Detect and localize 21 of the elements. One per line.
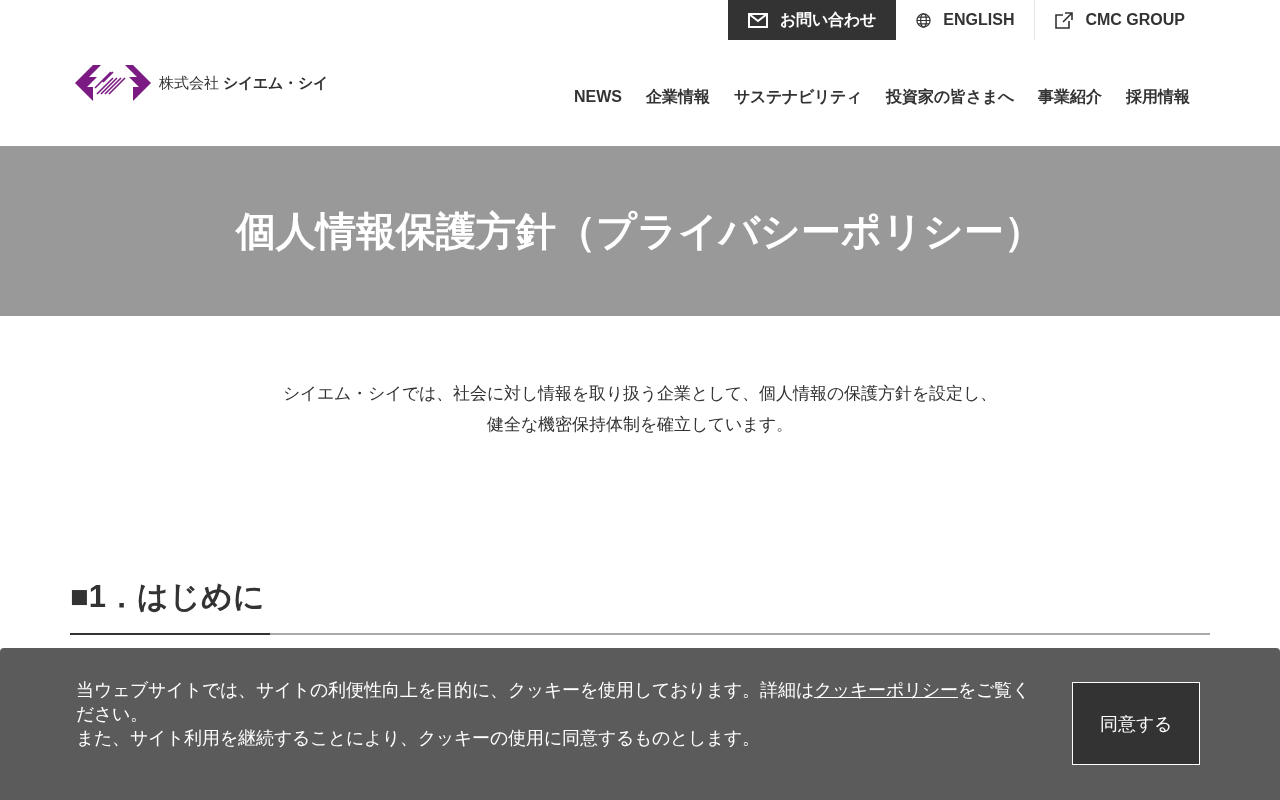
nav-link[interactable]: 投資家の皆さまへ <box>886 85 1014 109</box>
intro-text: 健全な機密保持体制を確立しています。 <box>486 414 794 436</box>
group-site-link[interactable]: CMC GROUP <box>1034 0 1205 40</box>
page-title: 個人情報保護方針（プライバシーポリシー） <box>236 208 1044 255</box>
nav-link[interactable]: 企業情報 <box>646 85 710 109</box>
mail-icon <box>748 12 769 28</box>
language-link[interactable]: ENGLISH <box>896 0 1035 40</box>
cookie-notice-text: 当ウェブサイトでは、サイトの利便性向上を目的に、クッキーを使用しております。詳細はクッキーポリシーをご覧ください。 <box>76 679 1031 726</box>
agree-button[interactable]: 同意する <box>1072 682 1200 765</box>
cookie-policy-link[interactable]: クッキーポリシー <box>814 680 958 700</box>
intro-text: シイエム・シイでは、社会に対し情報を取り扱う企業として、個人情報の保護方針を設定し、 <box>282 383 998 405</box>
nav-link[interactable]: 採用情報 <box>1126 85 1190 109</box>
nav-link[interactable]: 事業紹介 <box>1038 85 1102 109</box>
contact-link[interactable]: お問い合わせ <box>728 0 897 40</box>
nav-link[interactable]: NEWS <box>574 85 622 109</box>
cookie-notice-text: また、サイト利用を継続することにより、クッキーの使用に同意するものとします。 <box>76 727 761 750</box>
external-link-icon <box>1055 11 1074 29</box>
nav-link[interactable]: サステナビリティ <box>734 85 862 109</box>
globe-icon <box>916 12 932 28</box>
company-name: 株式会社 シイエム・シイ <box>159 72 329 93</box>
section-heading: ■1．はじめに <box>70 578 266 616</box>
